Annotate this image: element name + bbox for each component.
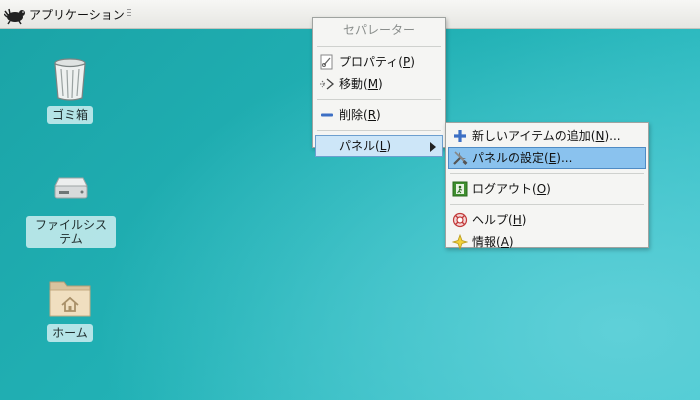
applications-menu-button[interactable]: アプリケーション: [4, 4, 125, 25]
menu-item-help[interactable]: ヘルプ(H): [446, 209, 648, 231]
menu-item-label: ヘルプ(: [472, 213, 513, 227]
menu-item-suffix: ): [376, 108, 381, 122]
about-icon: [452, 234, 468, 250]
menu-item-suffix: ): [410, 55, 415, 69]
remove-icon: [321, 113, 333, 117]
desktop-icon-home[interactable]: ホーム: [46, 274, 94, 342]
preferences-icon: [453, 151, 468, 165]
desktop-icon-label: ホーム: [47, 324, 93, 342]
desktop-icon-label: ファイルシステム: [26, 216, 116, 248]
trash-icon: [54, 58, 86, 101]
panel-context-menu: セパレーター プロパティ(P) 移動(M) 削除(R) パネル(L): [312, 17, 446, 157]
desktop-icon-label: ゴミ箱: [46, 106, 93, 124]
move-icon: [320, 78, 335, 90]
menu-item-label: ログアウト(: [472, 182, 537, 196]
menu-separator: [317, 130, 441, 131]
menu-item-label: 新しいアイテムの追加(: [472, 129, 596, 143]
menu-item-panel[interactable]: パネル(L): [315, 135, 443, 157]
logout-icon: [452, 181, 468, 197]
desktop-icon-filesystem[interactable]: ファイルシステム: [26, 166, 116, 248]
menu-item-label: 移動(: [339, 77, 368, 91]
menu-separator: [450, 173, 644, 174]
menu-item-suffix: ): [521, 213, 527, 227]
home-folder-icon: [49, 281, 91, 317]
menu-item-move[interactable]: 移動(M): [313, 73, 445, 95]
mnemonic-key: H: [512, 213, 522, 227]
menu-item-suffix: )...: [604, 129, 621, 143]
menu-item-panel-preferences[interactable]: パネルの設定(E)...: [448, 147, 646, 169]
mnemonic-key: R: [367, 108, 377, 122]
mnemonic-key: M: [367, 77, 379, 91]
panel-submenu: 新しいアイテムの追加(N)... パネルの設定(E)... ログアウト(O) ヘ…: [445, 122, 649, 250]
menu-separator: [450, 204, 644, 205]
menu-item-label: パネル(: [339, 139, 380, 153]
menu-item-suffix: ): [546, 182, 551, 196]
desktop-icon-trash[interactable]: ゴミ箱: [46, 56, 94, 124]
menu-item-label: 削除(: [339, 108, 368, 122]
menu-item-label: プロパティ(: [339, 55, 403, 69]
applications-menu-label: アプリケーション: [29, 8, 125, 22]
menu-item-suffix: ): [386, 139, 392, 153]
menu-separator: [317, 99, 441, 100]
menu-item-properties[interactable]: プロパティ(P): [313, 51, 445, 73]
menu-item-about[interactable]: 情報(A): [446, 231, 648, 253]
menu-separator: [317, 46, 441, 47]
menu-item-suffix: )...: [556, 151, 573, 165]
menu-item-label: パネルの設定(: [472, 151, 549, 165]
xfce-mouse-icon: [4, 8, 25, 24]
panel-separator-handle[interactable]: [127, 9, 131, 20]
menu-item-suffix: ): [378, 77, 383, 91]
submenu-arrow-icon: [430, 142, 436, 152]
mnemonic-key: O: [536, 182, 547, 196]
menu-item-label: 情報(: [472, 235, 501, 249]
add-icon: [454, 130, 466, 142]
menu-item-suffix: ): [508, 235, 514, 249]
mnemonic-key: A: [500, 235, 509, 249]
menu-item-add-new-items[interactable]: 新しいアイテムの追加(N)...: [446, 125, 648, 147]
menu-item-remove[interactable]: 削除(R): [313, 104, 445, 126]
help-icon: [452, 212, 468, 228]
drive-icon: [54, 177, 88, 199]
properties-icon: [320, 54, 333, 70]
menu-item-logout[interactable]: ログアウト(O): [446, 178, 648, 200]
menu-title: セパレーター: [342, 23, 415, 37]
